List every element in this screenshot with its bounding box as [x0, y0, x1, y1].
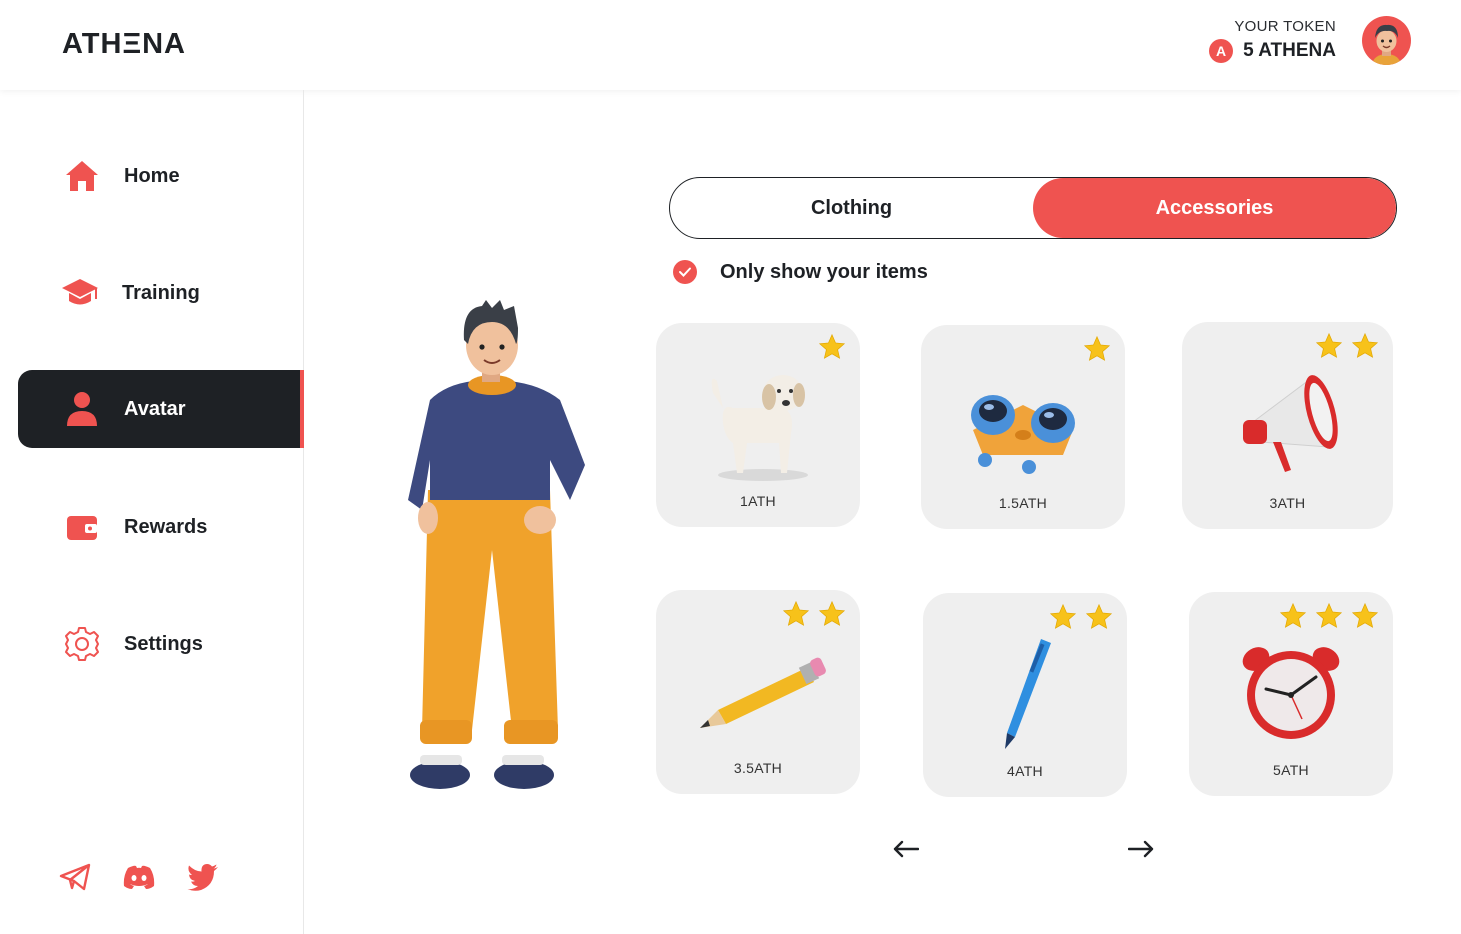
user-icon [62, 389, 102, 429]
athena-logo[interactable]: ATHΞNA [62, 28, 186, 61]
arrow-left-icon [893, 840, 919, 858]
token-balance: YOUR TOKEN A 5 ATHENA [1209, 18, 1336, 63]
filter-label: Only show your items [720, 260, 928, 283]
top-header: ATHΞNA YOUR TOKEN A 5 ATHENA [0, 0, 1461, 90]
social-links [58, 860, 220, 894]
sidebar: Home Training Avatar Rewards Settings [0, 90, 304, 934]
binoculars-icon [921, 355, 1125, 495]
sidebar-item-label: Training [122, 281, 200, 304]
item-card-dog[interactable]: 1ATH [656, 323, 860, 527]
tab-accessories[interactable]: Accessories [1033, 178, 1396, 238]
item-card-binoculars[interactable]: 1.5ATH [921, 325, 1125, 529]
category-tabs: Clothing Accessories [669, 177, 1397, 239]
check-icon [679, 267, 691, 277]
arrow-right-icon [1128, 840, 1154, 858]
checkbox[interactable] [673, 260, 697, 284]
pencil-icon [656, 620, 860, 760]
megaphone-icon [1182, 352, 1393, 492]
owned-items-filter[interactable]: Only show your items [673, 260, 928, 284]
sidebar-item-home[interactable]: Home [18, 137, 304, 215]
sidebar-item-settings[interactable]: Settings [18, 605, 304, 683]
sidebar-item-label: Settings [124, 632, 203, 655]
avatar-preview [400, 300, 600, 800]
tab-clothing[interactable]: Clothing [670, 178, 1033, 238]
item-price: 4ATH [1007, 763, 1043, 779]
home-icon [62, 156, 102, 196]
token-value: 5 ATHENA [1243, 40, 1336, 61]
twitter-icon[interactable] [186, 860, 220, 894]
sidebar-item-label: Rewards [124, 515, 208, 538]
wallet-icon [62, 507, 102, 547]
prev-page-button[interactable] [891, 834, 921, 864]
sidebar-item-rewards[interactable]: Rewards [18, 488, 304, 566]
next-page-button[interactable] [1126, 834, 1156, 864]
token-label: YOUR TOKEN [1234, 18, 1336, 35]
item-price: 1.5ATH [998, 495, 1048, 511]
item-price: 1ATH [740, 493, 776, 509]
item-card-pen[interactable]: 4ATH [923, 593, 1127, 797]
graduation-cap-icon [60, 273, 100, 313]
alarm-clock-icon [1189, 622, 1393, 762]
item-price: 3.5ATH [733, 760, 783, 776]
sidebar-item-label: Avatar [124, 397, 186, 420]
item-price: 5ATH [1273, 762, 1309, 778]
gear-icon [62, 624, 102, 664]
pen-icon [923, 623, 1127, 763]
sidebar-item-avatar[interactable]: Avatar [18, 370, 304, 448]
discord-icon[interactable] [122, 860, 156, 894]
item-price: 3ATH [1269, 495, 1306, 511]
athena-coin-icon: A [1209, 39, 1234, 63]
telegram-icon[interactable] [58, 860, 92, 894]
item-card-pencil[interactable]: 3.5ATH [656, 590, 860, 794]
dog-icon [656, 353, 860, 493]
sidebar-item-label: Home [124, 164, 180, 187]
profile-avatar[interactable] [1362, 16, 1411, 65]
item-card-alarm-clock[interactable]: 5ATH [1189, 592, 1393, 796]
sidebar-item-training[interactable]: Training [18, 254, 304, 332]
item-card-megaphone[interactable]: 3ATH [1182, 322, 1393, 529]
